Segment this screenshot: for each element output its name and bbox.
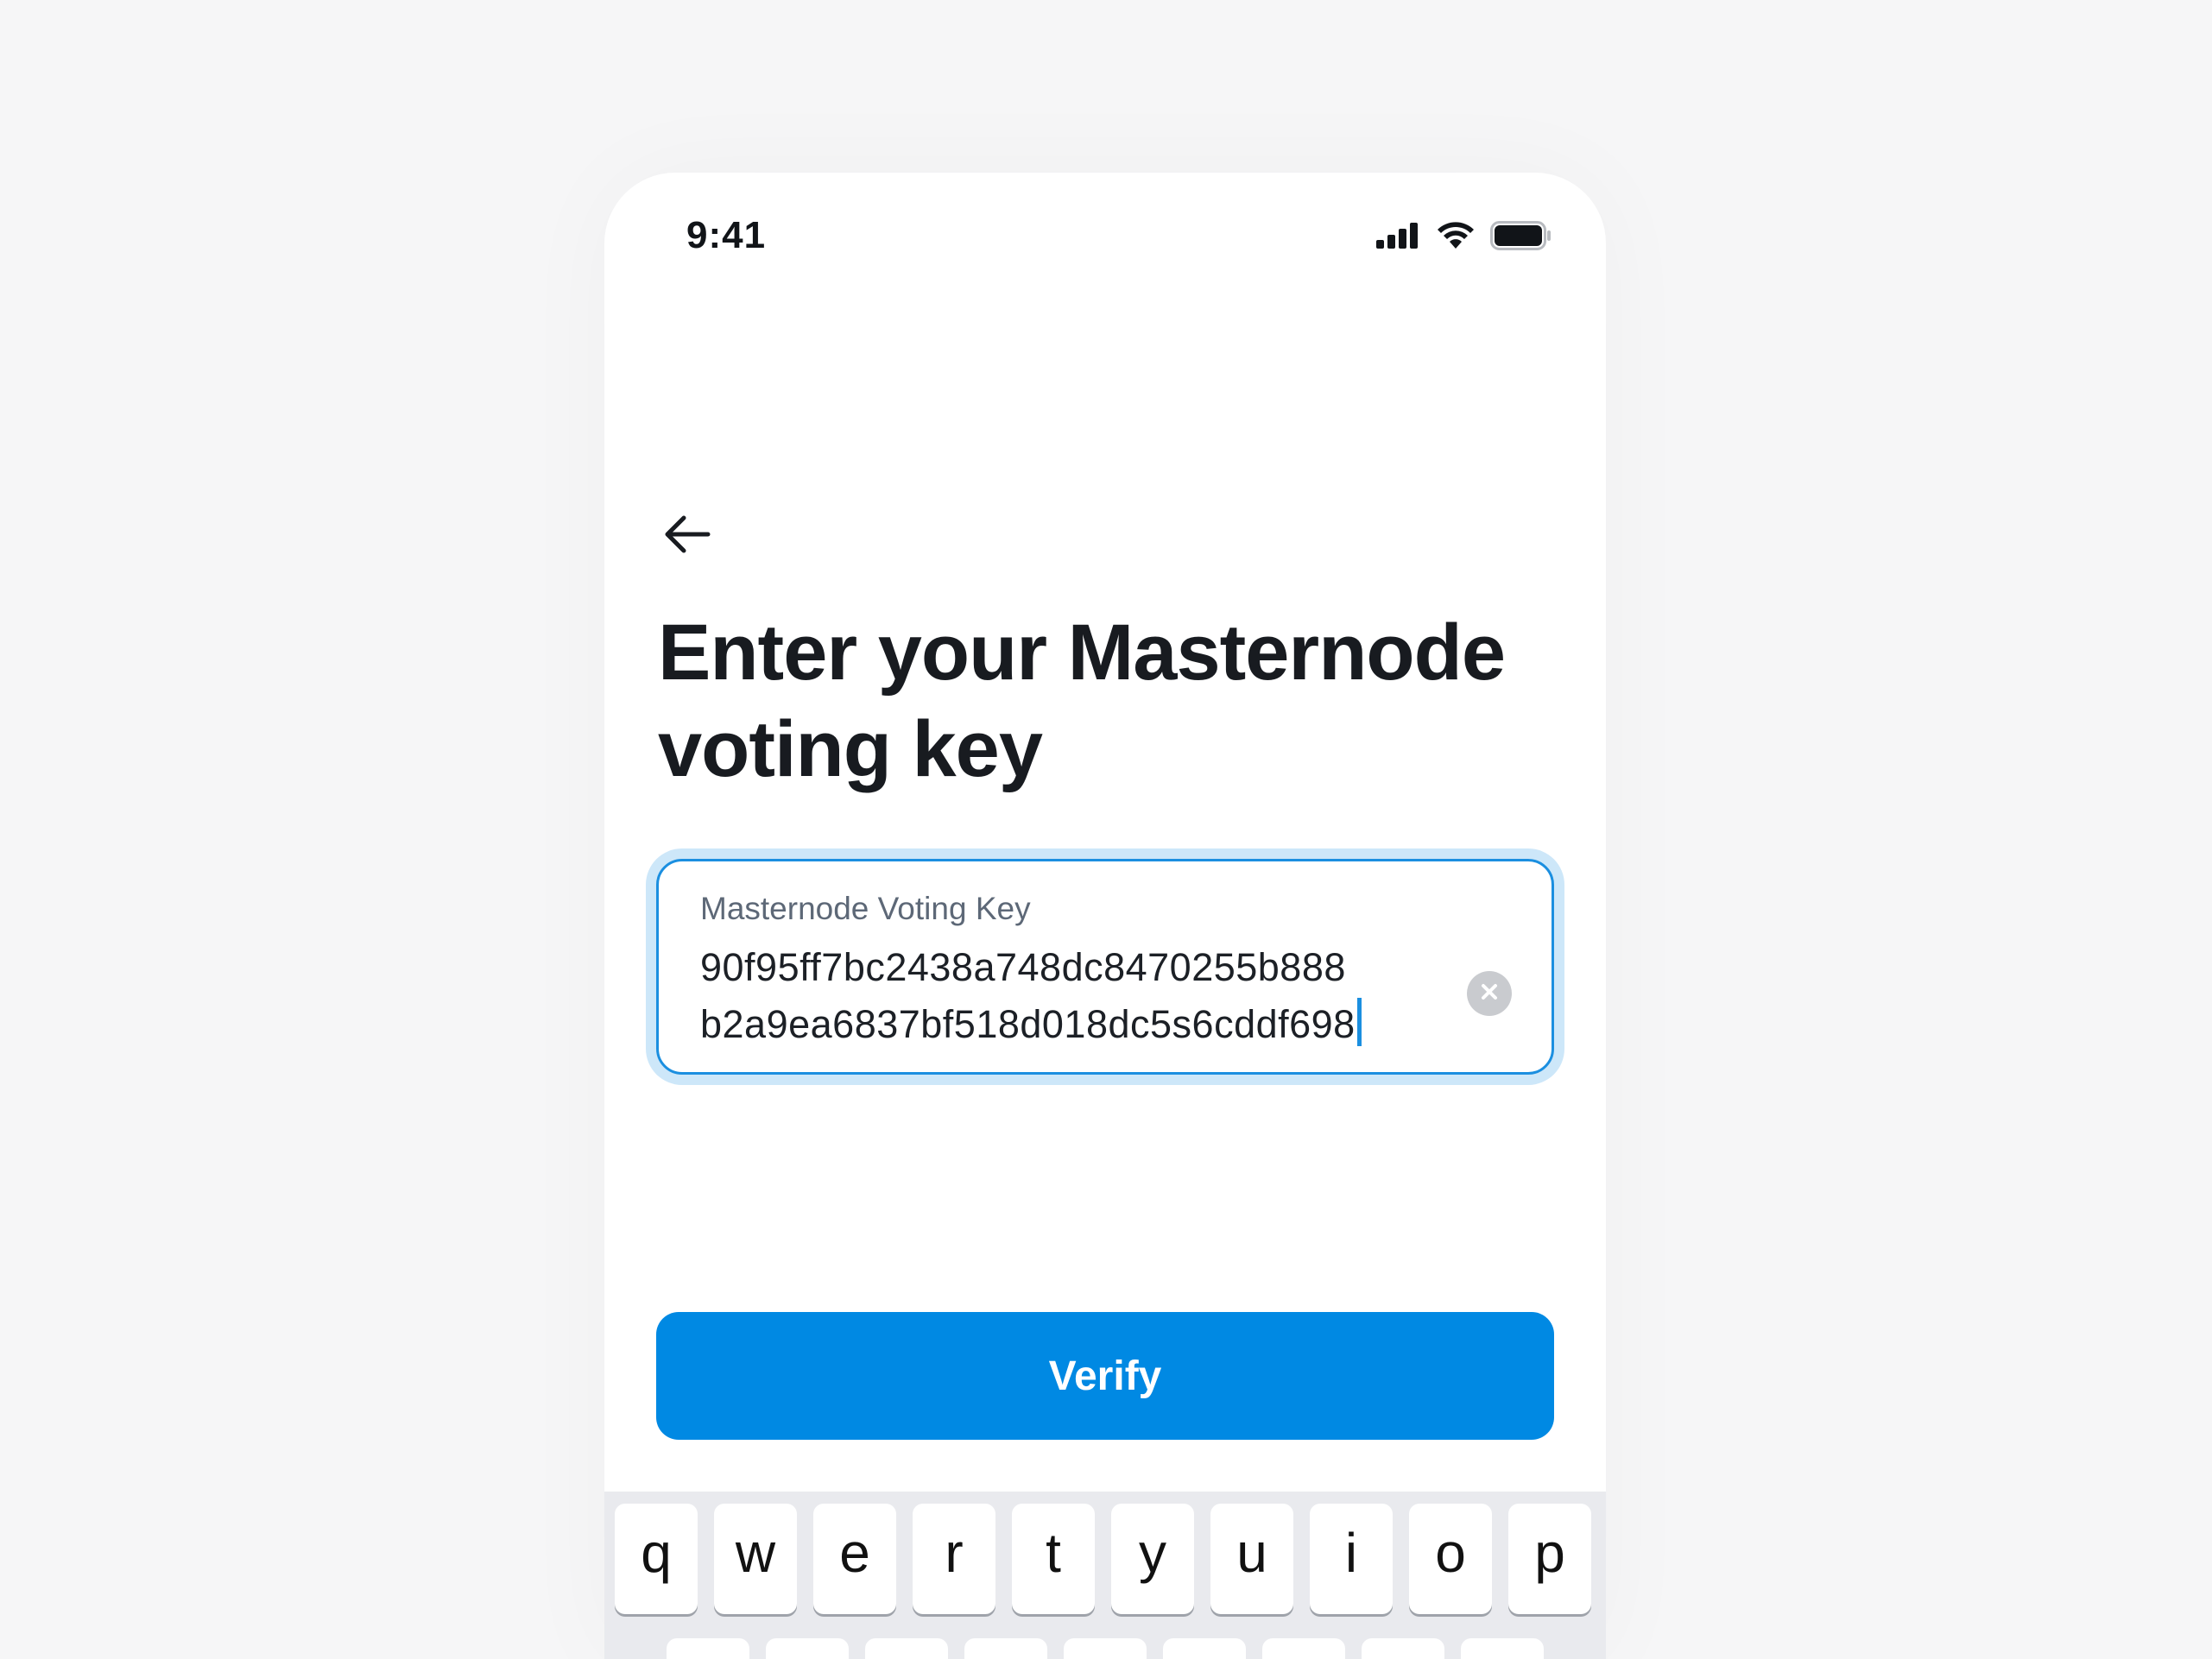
clear-circle-icon — [1479, 981, 1500, 1006]
status-bar: 9:41 — [604, 173, 1606, 293]
key-r[interactable]: r — [913, 1504, 995, 1614]
back-button[interactable] — [656, 505, 718, 567]
status-time: 9:41 — [686, 214, 767, 256]
keyboard-key[interactable] — [964, 1638, 1047, 1659]
key-e[interactable]: e — [813, 1504, 896, 1614]
voting-key-value-line-2-wrap: b2a9ea6837bf518d018dc5s6cddf698 — [700, 996, 1417, 1053]
keyboard-key[interactable] — [1362, 1638, 1444, 1659]
keyboard-key[interactable] — [865, 1638, 948, 1659]
phone-screen: 9:41 Enter your Masternode voting key Ma… — [604, 173, 1606, 1659]
wifi-icon — [1437, 222, 1475, 254]
page-title: Enter your Masternode voting key — [658, 609, 1506, 793]
keyboard-key[interactable] — [766, 1638, 849, 1659]
keyboard: q w e r t y u i o p — [604, 1492, 1606, 1659]
key-o[interactable]: o — [1409, 1504, 1492, 1614]
keyboard-key[interactable] — [667, 1638, 749, 1659]
voting-key-value-line-2: b2a9ea6837bf518d018dc5s6cddf698 — [700, 1002, 1356, 1046]
cellular-signal-icon — [1376, 223, 1421, 253]
voting-key-label: Masternode Voting Key — [700, 891, 1031, 926]
key-y[interactable]: y — [1111, 1504, 1194, 1614]
voting-key-value-line-1: 90f95ff7bc2438a748dc8470255b888 — [700, 945, 1346, 989]
voting-key-value[interactable]: 90f95ff7bc2438a748dc8470255b888 b2a9ea68… — [700, 939, 1417, 1053]
key-t[interactable]: t — [1012, 1504, 1095, 1614]
keyboard-key[interactable] — [1064, 1638, 1147, 1659]
keyboard-row-1: q w e r t y u i o p — [615, 1504, 1591, 1614]
voting-key-input[interactable]: Masternode Voting Key 90f95ff7bc2438a748… — [656, 859, 1554, 1075]
status-icons — [1376, 221, 1552, 255]
key-u[interactable]: u — [1210, 1504, 1293, 1614]
key-q[interactable]: q — [615, 1504, 698, 1614]
battery-icon — [1490, 221, 1552, 255]
arrow-left-icon — [663, 514, 711, 559]
key-i[interactable]: i — [1310, 1504, 1393, 1614]
keyboard-key[interactable] — [1163, 1638, 1246, 1659]
keyboard-row-2 — [667, 1638, 1544, 1659]
keyboard-key[interactable] — [1262, 1638, 1345, 1659]
key-w[interactable]: w — [714, 1504, 797, 1614]
key-p[interactable]: p — [1508, 1504, 1591, 1614]
clear-input-button[interactable] — [1467, 971, 1512, 1016]
verify-button[interactable]: Verify — [656, 1312, 1554, 1440]
text-caret — [1356, 998, 1362, 1046]
keyboard-key[interactable] — [1461, 1638, 1544, 1659]
